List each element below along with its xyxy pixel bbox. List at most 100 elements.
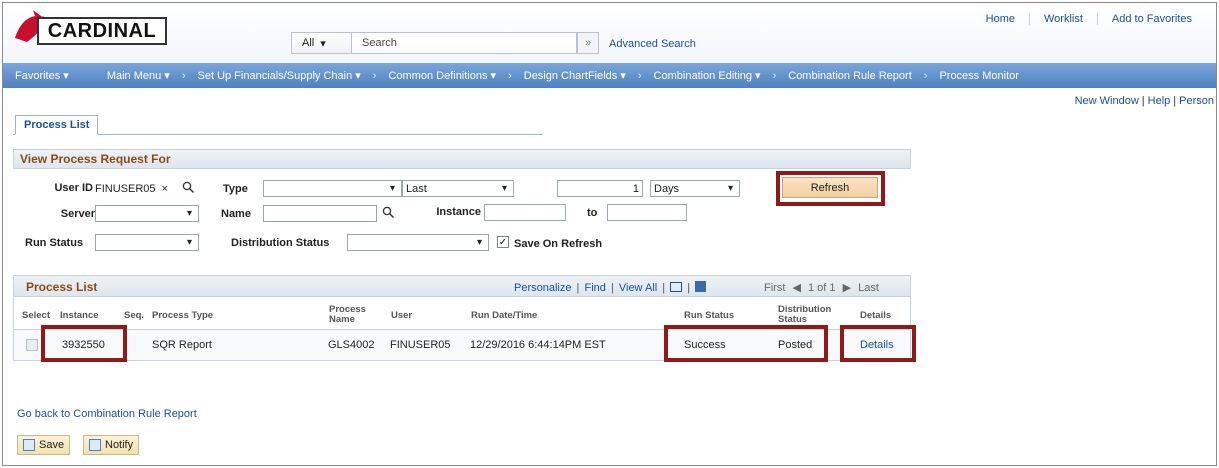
download-excel-icon[interactable]	[695, 281, 707, 292]
nav-combination-rule-report[interactable]: Combination Rule Report	[780, 70, 920, 82]
save-button[interactable]: Save	[17, 435, 71, 455]
nav-process-monitor[interactable]: Process Monitor	[931, 70, 1026, 82]
first-link[interactable]: First	[764, 282, 785, 294]
highlight-refresh	[776, 171, 885, 206]
chevron-right-icon: ›	[181, 69, 186, 82]
breadcrumb-nav: Favorites ▾ Main Menu ▾ › Set Up Financi…	[3, 63, 1216, 88]
notify-icon	[89, 439, 101, 451]
advanced-search-link[interactable]: Advanced Search	[609, 38, 696, 50]
run-status-label: Run Status	[25, 237, 84, 249]
clear-x-icon[interactable]: ×	[162, 183, 168, 195]
unit-value: Days	[654, 182, 680, 195]
prev-arrow-icon[interactable]: ◀	[792, 282, 800, 294]
col-process-name[interactable]: Process Name	[329, 305, 377, 325]
cardinal-logo: CARDINAL	[11, 8, 171, 48]
user-id-label: User ID	[54, 182, 93, 194]
home-link[interactable]: Home	[972, 13, 1029, 25]
save-on-refresh-checkbox[interactable]: ✓	[497, 236, 509, 248]
lookup-search-icon[interactable]	[182, 181, 195, 194]
chevron-right-icon: ›	[772, 69, 777, 82]
server-select[interactable]: ▾	[95, 205, 199, 222]
row-select-checkbox[interactable]	[26, 339, 38, 351]
notify-button-label: Notify	[105, 439, 134, 451]
separator: |	[610, 282, 614, 294]
nav-favorites[interactable]: Favorites ▾	[7, 69, 77, 82]
user-id-value: FINUSER05	[95, 182, 156, 195]
cell-process-type: SQR Report	[152, 339, 212, 351]
col-details: Details	[860, 310, 892, 321]
distribution-status-select[interactable]: ▾	[347, 234, 489, 251]
col-run-status[interactable]: Run Status	[684, 311, 734, 321]
view-all-link[interactable]: View All	[619, 282, 657, 294]
instance-label: Instance	[436, 206, 481, 218]
separator: |	[1141, 95, 1145, 107]
cell-run-datetime: 12/29/2016 6:44:14PM EST	[470, 339, 606, 351]
app-window: CARDINAL All ▾ Search » Advanced Search …	[2, 2, 1217, 466]
name-input[interactable]	[263, 205, 377, 222]
add-to-favorites-link[interactable]: Add to Favorites	[1096, 13, 1206, 25]
help-link[interactable]: Help	[1148, 95, 1171, 107]
personalize-link[interactable]: Personalize	[514, 282, 571, 294]
type-select[interactable]: ▾	[263, 180, 402, 197]
col-distribution-status[interactable]: Distribution Status	[778, 305, 840, 325]
chevron-right-icon: ›	[637, 69, 642, 82]
col-run-datetime[interactable]: Run Date/Time	[471, 311, 537, 321]
col-seq[interactable]: Seq.	[124, 311, 144, 321]
nav-set-up-financials[interactable]: Set Up Financials/Supply Chain ▾	[190, 69, 369, 82]
chevron-down-icon: ▾	[476, 237, 483, 248]
personalize-page-link[interactable]: Person	[1179, 95, 1214, 107]
col-user[interactable]: User	[391, 311, 412, 321]
page-links: New Window | Help | Person	[1075, 95, 1214, 107]
back-to-combination-rule-report-link[interactable]: Go back to Combination Rule Report	[17, 408, 197, 420]
chevron-down-icon: ▾	[501, 183, 508, 194]
new-window-link[interactable]: New Window	[1075, 95, 1139, 107]
zoom-grid-icon[interactable]	[670, 282, 683, 292]
page-info: 1 of 1	[807, 282, 836, 294]
col-process-type[interactable]: Process Type	[152, 311, 213, 321]
chevron-down-icon: ▾	[727, 183, 734, 194]
instance-from-input[interactable]	[484, 204, 566, 221]
chevron-right-icon: ›	[508, 69, 512, 82]
count-input[interactable]: 1	[557, 180, 643, 197]
search-scope-select[interactable]: All ▾	[291, 32, 351, 54]
nav-combination-editing[interactable]: Combination Editing ▾	[646, 69, 769, 82]
chevron-right-icon: ›	[372, 69, 377, 82]
grid-tools: Personalize | Find | View All | |	[514, 281, 707, 294]
separator: |	[662, 282, 666, 294]
process-list-grid-header: Process List Personalize | Find | View A…	[13, 275, 911, 297]
last-link[interactable]: Last	[858, 282, 879, 294]
find-link[interactable]: Find	[584, 282, 605, 294]
search-go-button[interactable]: »	[577, 32, 599, 54]
nav-main-menu[interactable]: Main Menu ▾	[99, 69, 178, 82]
col-instance[interactable]: Instance	[60, 311, 99, 321]
to-label: to	[587, 207, 598, 219]
search-scope-value: All	[302, 37, 315, 49]
chevron-down-icon: ▾	[186, 208, 193, 219]
server-label: Server	[60, 208, 95, 220]
search-input[interactable]: Search	[351, 32, 577, 54]
next-arrow-icon[interactable]: ▶	[843, 282, 851, 294]
run-status-select[interactable]: ▾	[95, 234, 199, 251]
nav-common-definitions[interactable]: Common Definitions ▾	[380, 69, 504, 82]
worklist-link[interactable]: Worklist	[1028, 13, 1097, 25]
separator: |	[576, 282, 580, 294]
separator: |	[1173, 95, 1177, 107]
save-on-refresh-label: Save On Refresh	[514, 238, 603, 250]
cell-user: FINUSER05	[390, 339, 451, 351]
highlight-details	[840, 325, 916, 362]
tab-process-list[interactable]: Process List	[15, 115, 99, 135]
last-select[interactable]: Last ▾	[402, 180, 514, 197]
instance-to-input[interactable]	[607, 204, 687, 221]
section-header-view-process-request: View Process Request For	[13, 149, 911, 169]
chevron-down-icon: ▾	[389, 183, 396, 194]
unit-select[interactable]: Days ▾	[650, 180, 740, 197]
cell-process-name: GLS4002	[328, 339, 375, 351]
last-value: Last	[406, 182, 427, 195]
distribution-status-label: Distribution Status	[231, 237, 330, 249]
lookup-search-icon[interactable]	[382, 206, 395, 219]
user-id-field[interactable]: FINUSER05 ×	[95, 180, 179, 197]
grid-title: Process List	[26, 280, 98, 294]
nav-design-chartfields[interactable]: Design ChartFields ▾	[516, 69, 634, 82]
chevron-down-icon: ▾	[186, 237, 193, 248]
notify-button[interactable]: Notify	[83, 435, 140, 455]
